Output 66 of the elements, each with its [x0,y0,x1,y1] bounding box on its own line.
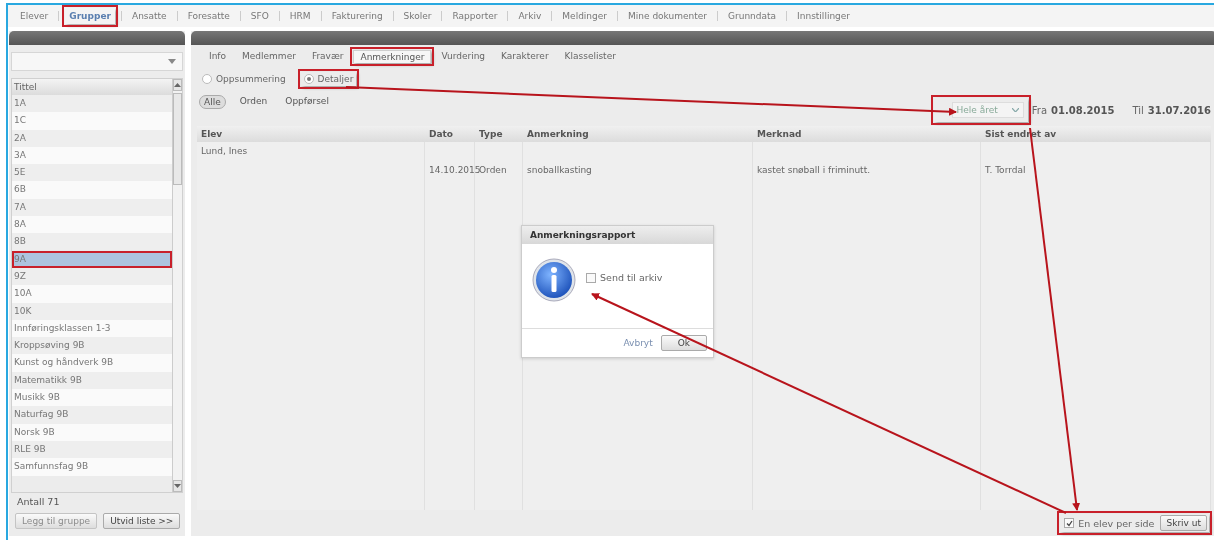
column-header[interactable]: Tittel [12,79,172,95]
tab[interactable]: Info [203,50,233,63]
radio-option[interactable]: Detaljer [300,72,357,86]
scrollbar[interactable] [172,79,182,492]
nav-link[interactable]: Innstillinger [793,8,855,24]
tab[interactable]: Fravær [305,50,350,63]
nav-link[interactable]: Foresatte [183,8,234,24]
column-header[interactable]: Merknad [753,126,981,142]
table-cell-text: kastet snøball i friminutt. [756,165,871,175]
list-item[interactable]: 1C [12,112,172,130]
nav-link[interactable]: Grunndata [724,8,781,24]
nav-link[interactable]: SFO [246,8,273,24]
from-date: 01.08.2015 [1051,104,1115,116]
dialog-title: Anmerkningsrapport [522,226,713,244]
period-select[interactable]: Hele året [951,102,1024,118]
filter-pill[interactable]: Orden [235,95,272,109]
info-icon [532,258,576,302]
nav-link[interactable]: Arkiv [514,8,546,24]
group-select[interactable] [11,52,183,71]
up-arrow-icon [174,83,181,87]
side-button[interactable]: Utvid liste >> [103,513,181,529]
tab[interactable]: Karakterer [495,50,555,63]
down-arrow-icon [174,484,181,488]
column-header[interactable]: Elev [197,126,425,142]
tab[interactable]: Anmerkninger [353,50,432,63]
list-item[interactable]: 10A [12,285,172,303]
column-header[interactable]: Dato [425,126,475,142]
filter-pill[interactable]: Alle [199,95,226,109]
list-item[interactable]: Samfunnsfag 9B [12,458,172,476]
list-item[interactable]: Kunst og håndverk 9B [12,354,172,372]
print-button[interactable]: Skriv ut [1160,515,1207,531]
cancel-link[interactable]: Avbryt [623,338,653,348]
nav-link[interactable]: Grupper [65,8,115,24]
nav-link[interactable]: Fakturering [327,8,387,24]
list-item[interactable]: 8A [12,216,172,234]
nav-link[interactable]: Ansatte [127,8,171,24]
filter-pill[interactable]: Oppførsel [281,95,333,109]
chevron-icon [1011,108,1019,112]
checkmark-icon [1065,519,1073,527]
scrollbar-thumb[interactable] [173,93,182,185]
ok-button[interactable]: Ok [660,335,707,351]
nav-link[interactable]: Rapporter [448,8,502,24]
to-label: Til [1132,104,1144,116]
table-cell-text: snoballkasting [526,165,592,175]
checkbox-option[interactable]: Send til arkiv [586,272,663,283]
to-date: 31.07.2016 [1147,104,1211,116]
tab[interactable]: Klasselister [558,50,622,63]
table-cell-text: 14.10.2015 [428,165,481,175]
nav-link[interactable]: Meldinger [558,8,611,24]
nav-link[interactable]: Skoler [399,8,436,24]
nav-link[interactable]: Mine dokumenter [624,8,712,24]
from-label: Fra [1031,104,1048,116]
radio-option[interactable]: Oppsummering [199,72,289,86]
nav-link[interactable]: HRM [285,8,315,24]
column-header[interactable]: Type [475,126,523,142]
tab[interactable]: Vurdering [435,50,492,63]
tab[interactable]: Medlemmer [236,50,302,63]
table-cell-text: T. Torrdal [984,165,1026,175]
list-item[interactable]: 6B [12,181,172,199]
nav-link[interactable]: Elever [16,8,53,24]
group-label: Lund, Ines [200,146,248,156]
item-count: Antall 71 [16,495,61,509]
list-item[interactable]: Musikk 9B [12,389,172,407]
checkbox-option[interactable]: En elev per side [1064,517,1155,529]
caret-icon [168,59,176,64]
column-header[interactable]: Anmerkning [523,126,753,142]
